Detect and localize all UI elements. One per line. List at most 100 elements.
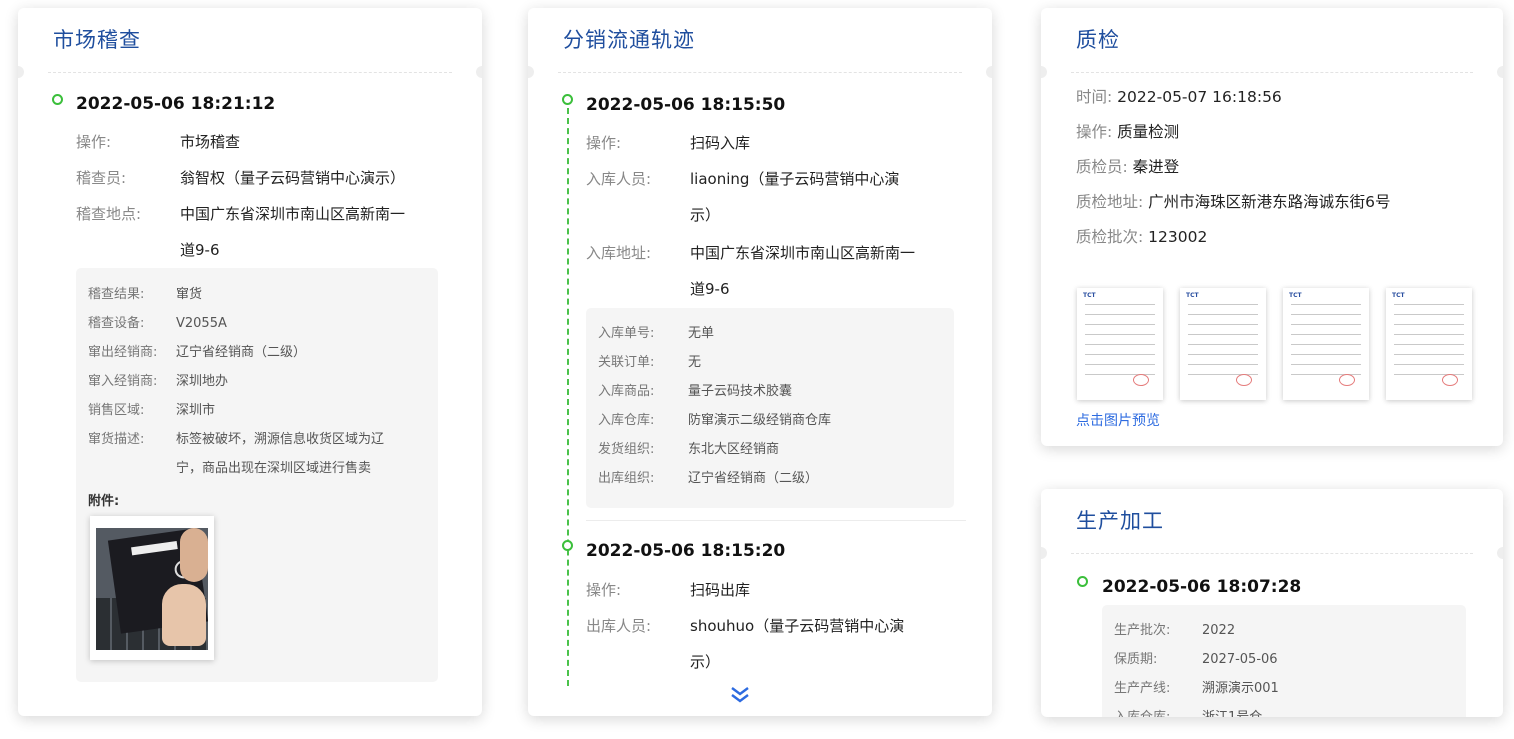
detail-value: 2027-05-06 <box>1202 652 1278 667</box>
field-location: 稽查地点: 中国广东省深圳市南山区高新南一 道9-6 <box>76 196 466 268</box>
detail-production-line: 生产产线: 溯源演示001 <box>1114 674 1454 703</box>
quality-time: 时间: 2022-05-07 16:18:56 <box>1076 85 1282 109</box>
detail-label: 入库仓库: <box>598 413 655 428</box>
doc-line <box>1291 324 1361 325</box>
quality-report-thumbnail[interactable]: TCT <box>1180 288 1266 400</box>
image-preview-link[interactable]: 点击图片预览 <box>1076 410 1160 430</box>
detail-value: 辽宁省经销商（二级） <box>176 345 307 360</box>
field-in-address: 入库地址: 中国广东省深圳市南山区高新南一 道9-6 <box>586 235 976 307</box>
production-details-box: 生产批次: 2022 保质期: 2027-05-06 生产产线: 溯源演示001… <box>1102 605 1466 717</box>
detail-value: 辽宁省经销商（二级） <box>688 471 819 486</box>
doc-line <box>1394 354 1464 355</box>
card-notch-left <box>18 66 24 78</box>
quality-report-thumbnail[interactable]: TCT <box>1386 288 1472 400</box>
quality-inspector: 质检员: 秦进登 <box>1076 155 1179 179</box>
quality-report-thumbnail[interactable]: TCT <box>1283 288 1369 400</box>
field-label: 操作: <box>586 134 622 152</box>
card-notch-right <box>1497 66 1503 78</box>
timeline-dot-icon <box>1077 576 1088 587</box>
doc-line <box>1394 334 1464 335</box>
distribution-card: 分销流通轨迹 2022-05-06 18:15:50 操作: 扫码入库 入库人员… <box>528 8 992 716</box>
event-timestamp: 2022-05-06 18:15:50 <box>586 95 786 115</box>
detail-label: 销售区域: <box>88 403 145 418</box>
field-value: 2022-05-07 16:18:56 <box>1117 88 1282 106</box>
doc-line <box>1085 304 1155 305</box>
detail-warehouse: 入库仓库: 防窜演示二级经销商仓库 <box>598 406 944 435</box>
detail-value: 无单 <box>688 326 715 341</box>
doc-line <box>1291 304 1361 305</box>
detail-ship-org: 发货组织: 东北大区经销商 <box>598 435 944 464</box>
field-value: 中国广东省深圳市南山区高新南一 <box>180 205 406 223</box>
field-value: 示） <box>690 206 721 224</box>
detail-description: 窜货描述: 标签被破坏，溯源信息收货区域为辽 宁，商品出现在深圳区域进行售卖 <box>88 425 428 483</box>
detail-label: 关联订单: <box>598 355 655 370</box>
field-label: 入库人员: <box>586 170 652 188</box>
detail-value: 窜货 <box>176 287 203 302</box>
field-value: shouhuo（量子云码营销中心演 <box>690 617 905 635</box>
doc-logo: TCT <box>1392 292 1405 299</box>
detail-label: 发货组织: <box>598 442 655 457</box>
doc-line <box>1394 324 1464 325</box>
detail-value: 深圳地办 <box>176 374 229 389</box>
field-operation: 操作: 市场稽查 <box>76 124 466 160</box>
doc-line <box>1291 314 1361 315</box>
card-notch-left <box>1041 66 1047 78</box>
doc-line <box>1188 364 1258 365</box>
card-notch-left <box>1041 547 1047 559</box>
detail-label: 稽查结果: <box>88 287 145 302</box>
field-inspector: 稽查员: 翁智权（量子云码营销中心演示） <box>76 160 466 196</box>
photo-finger <box>180 528 208 582</box>
photo-image <box>96 528 208 650</box>
field-label: 质检批次: <box>1076 228 1144 246</box>
doc-line <box>1394 304 1464 305</box>
market-check-title: 市场稽查 <box>53 28 141 52</box>
field-value: 秦进登 <box>1132 158 1180 176</box>
detail-label: 生产产线: <box>1114 681 1171 696</box>
detail-result: 稽查结果: 窜货 <box>88 280 428 309</box>
doc-stamp <box>1133 374 1149 386</box>
detail-value: 无 <box>688 355 702 370</box>
field-label: 质检地址: <box>1076 193 1144 211</box>
doc-line <box>1291 364 1361 365</box>
timeline-dot-icon <box>562 94 573 105</box>
card-notch-left <box>528 66 534 78</box>
detail-value: 东北大区经销商 <box>688 442 780 457</box>
card-notch-right <box>986 66 992 78</box>
double-chevron-down-icon[interactable] <box>728 684 752 708</box>
detail-value: 溯源演示001 <box>1202 681 1279 696</box>
doc-line <box>1188 324 1258 325</box>
quality-operation: 操作: 质量检测 <box>1076 120 1179 144</box>
field-in-staff: 入库人员: liaoning（量子云码营销中心演 示） <box>586 161 976 233</box>
doc-line <box>1291 334 1361 335</box>
field-value: 质量检测 <box>1117 123 1180 141</box>
field-label: 稽查员: <box>76 169 127 187</box>
detail-product: 入库商品: 量子云码技术胶囊 <box>598 377 944 406</box>
doc-line <box>1085 354 1155 355</box>
field-value: 道9-6 <box>180 241 220 259</box>
detail-order-no: 入库单号: 无单 <box>598 319 944 348</box>
doc-logo: TCT <box>1083 292 1096 299</box>
doc-stamp <box>1442 374 1458 386</box>
doc-logo: TCT <box>1186 292 1199 299</box>
field-value: 广州市海珠区新港东路海诚东街6号 <box>1148 193 1391 211</box>
detail-in-dealer: 窜入经销商: 深圳地办 <box>88 367 428 396</box>
quality-report-thumbnail[interactable]: TCT <box>1077 288 1163 400</box>
doc-line <box>1291 354 1361 355</box>
field-value: 市场稽查 <box>180 133 241 151</box>
doc-line <box>1188 344 1258 345</box>
field-label: 时间: <box>1076 88 1113 106</box>
field-value: liaoning（量子云码营销中心演 <box>690 170 900 188</box>
detail-value: 防窜演示二级经销商仓库 <box>688 413 832 428</box>
check-details-box: 稽查结果: 窜货 稽查设备: V2055A 窜出经销商: 辽宁省经销商（二级） … <box>76 268 438 682</box>
detail-device: 稽查设备: V2055A <box>88 309 428 338</box>
doc-line <box>1188 354 1258 355</box>
detail-out-dealer: 窜出经销商: 辽宁省经销商（二级） <box>88 338 428 367</box>
title-divider <box>1071 553 1473 554</box>
detail-label: 窜出经销商: <box>88 345 158 360</box>
production-card: 生产加工 2022-05-06 18:07:28 生产批次: 2022 保质期:… <box>1041 489 1503 717</box>
detail-value: 标签被破坏，溯源信息收货区域为辽 <box>176 432 385 447</box>
attachment-photo[interactable] <box>90 516 214 660</box>
field-label: 稽查地点: <box>76 205 142 223</box>
doc-line <box>1188 334 1258 335</box>
field-value: 123002 <box>1148 228 1208 246</box>
